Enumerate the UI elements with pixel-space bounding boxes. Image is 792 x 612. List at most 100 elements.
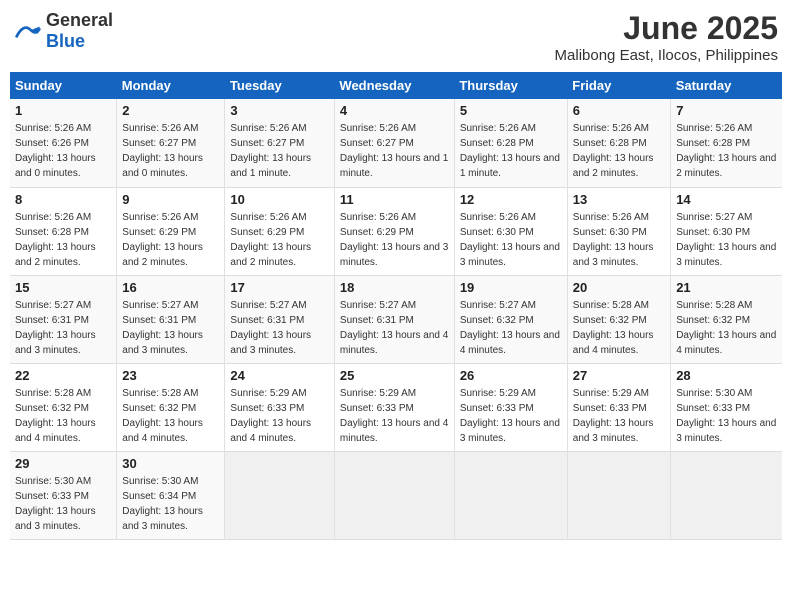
header-sunday: Sunday [10,72,117,99]
logo-text: General Blue [46,10,113,52]
calendar-cell: 1 Sunrise: 5:26 AMSunset: 6:26 PMDayligh… [10,99,117,187]
day-number: 21 [676,280,777,295]
calendar-cell: 14 Sunrise: 5:27 AMSunset: 6:30 PMDaylig… [671,187,782,275]
day-info: Sunrise: 5:26 AMSunset: 6:28 PMDaylight:… [15,212,96,268]
calendar-cell: 7 Sunrise: 5:26 AMSunset: 6:28 PMDayligh… [671,99,782,187]
calendar-cell: 6 Sunrise: 5:26 AMSunset: 6:28 PMDayligh… [567,99,670,187]
header-wednesday: Wednesday [334,72,454,99]
day-info: Sunrise: 5:27 AMSunset: 6:32 PMDaylight:… [460,300,560,356]
logo: General Blue [14,10,113,52]
calendar-cell: 30 Sunrise: 5:30 AMSunset: 6:34 PMDaylig… [117,451,225,539]
day-info: Sunrise: 5:26 AMSunset: 6:30 PMDaylight:… [573,212,654,268]
calendar-cell: 29 Sunrise: 5:30 AMSunset: 6:33 PMDaylig… [10,451,117,539]
day-number: 23 [122,368,219,383]
day-number: 26 [460,368,562,383]
day-number: 5 [460,103,562,118]
calendar-week-1: 1 Sunrise: 5:26 AMSunset: 6:26 PMDayligh… [10,99,782,187]
calendar-week-3: 15 Sunrise: 5:27 AMSunset: 6:31 PMDaylig… [10,275,782,363]
calendar-cell: 21 Sunrise: 5:28 AMSunset: 6:32 PMDaylig… [671,275,782,363]
day-number: 10 [230,192,329,207]
day-info: Sunrise: 5:26 AMSunset: 6:28 PMDaylight:… [460,123,560,179]
header-friday: Friday [567,72,670,99]
calendar-cell: 8 Sunrise: 5:26 AMSunset: 6:28 PMDayligh… [10,187,117,275]
calendar-cell [334,451,454,539]
day-number: 3 [230,103,329,118]
calendar-cell [671,451,782,539]
day-info: Sunrise: 5:28 AMSunset: 6:32 PMDaylight:… [676,300,776,356]
day-info: Sunrise: 5:27 AMSunset: 6:31 PMDaylight:… [230,300,311,356]
day-info: Sunrise: 5:26 AMSunset: 6:29 PMDaylight:… [340,212,448,268]
day-number: 13 [573,192,665,207]
day-number: 16 [122,280,219,295]
day-number: 9 [122,192,219,207]
month-title: June 2025 [555,10,778,47]
logo-icon [14,21,42,41]
day-info: Sunrise: 5:26 AMSunset: 6:29 PMDaylight:… [230,212,311,268]
calendar-cell: 27 Sunrise: 5:29 AMSunset: 6:33 PMDaylig… [567,363,670,451]
day-number: 15 [15,280,111,295]
day-info: Sunrise: 5:30 AMSunset: 6:33 PMDaylight:… [15,476,96,532]
header-thursday: Thursday [454,72,567,99]
calendar-cell: 3 Sunrise: 5:26 AMSunset: 6:27 PMDayligh… [225,99,335,187]
header-saturday: Saturday [671,72,782,99]
day-info: Sunrise: 5:26 AMSunset: 6:28 PMDaylight:… [573,123,654,179]
day-number: 24 [230,368,329,383]
calendar-cell: 5 Sunrise: 5:26 AMSunset: 6:28 PMDayligh… [454,99,567,187]
day-number: 6 [573,103,665,118]
day-info: Sunrise: 5:28 AMSunset: 6:32 PMDaylight:… [122,388,203,444]
calendar-cell: 9 Sunrise: 5:26 AMSunset: 6:29 PMDayligh… [117,187,225,275]
page-header: General Blue June 2025 Malibong East, Il… [10,10,782,64]
day-info: Sunrise: 5:29 AMSunset: 6:33 PMDaylight:… [230,388,311,444]
day-number: 8 [15,192,111,207]
day-number: 12 [460,192,562,207]
day-number: 2 [122,103,219,118]
title-section: June 2025 Malibong East, Ilocos, Philipp… [555,10,778,64]
day-number: 27 [573,368,665,383]
day-number: 30 [122,456,219,471]
day-number: 4 [340,103,449,118]
calendar-cell: 13 Sunrise: 5:26 AMSunset: 6:30 PMDaylig… [567,187,670,275]
header-monday: Monday [117,72,225,99]
calendar-cell: 18 Sunrise: 5:27 AMSunset: 6:31 PMDaylig… [334,275,454,363]
day-info: Sunrise: 5:26 AMSunset: 6:30 PMDaylight:… [460,212,560,268]
day-info: Sunrise: 5:30 AMSunset: 6:34 PMDaylight:… [122,476,203,532]
calendar-cell: 12 Sunrise: 5:26 AMSunset: 6:30 PMDaylig… [454,187,567,275]
calendar-cell [567,451,670,539]
day-number: 19 [460,280,562,295]
day-number: 22 [15,368,111,383]
calendar-cell: 16 Sunrise: 5:27 AMSunset: 6:31 PMDaylig… [117,275,225,363]
calendar-week-5: 29 Sunrise: 5:30 AMSunset: 6:33 PMDaylig… [10,451,782,539]
day-info: Sunrise: 5:27 AMSunset: 6:31 PMDaylight:… [340,300,448,356]
calendar-cell: 24 Sunrise: 5:29 AMSunset: 6:33 PMDaylig… [225,363,335,451]
day-number: 11 [340,192,449,207]
day-info: Sunrise: 5:27 AMSunset: 6:31 PMDaylight:… [15,300,96,356]
day-info: Sunrise: 5:27 AMSunset: 6:30 PMDaylight:… [676,212,776,268]
calendar-cell [225,451,335,539]
calendar-cell: 28 Sunrise: 5:30 AMSunset: 6:33 PMDaylig… [671,363,782,451]
day-info: Sunrise: 5:30 AMSunset: 6:33 PMDaylight:… [676,388,776,444]
calendar-header-row: SundayMondayTuesdayWednesdayThursdayFrid… [10,72,782,99]
calendar-week-2: 8 Sunrise: 5:26 AMSunset: 6:28 PMDayligh… [10,187,782,275]
calendar-cell: 11 Sunrise: 5:26 AMSunset: 6:29 PMDaylig… [334,187,454,275]
day-number: 25 [340,368,449,383]
calendar-cell: 26 Sunrise: 5:29 AMSunset: 6:33 PMDaylig… [454,363,567,451]
day-number: 18 [340,280,449,295]
day-info: Sunrise: 5:26 AMSunset: 6:28 PMDaylight:… [676,123,776,179]
day-number: 20 [573,280,665,295]
calendar-cell: 19 Sunrise: 5:27 AMSunset: 6:32 PMDaylig… [454,275,567,363]
day-info: Sunrise: 5:26 AMSunset: 6:27 PMDaylight:… [122,123,203,179]
calendar-cell: 15 Sunrise: 5:27 AMSunset: 6:31 PMDaylig… [10,275,117,363]
day-info: Sunrise: 5:26 AMSunset: 6:27 PMDaylight:… [230,123,311,179]
day-number: 29 [15,456,111,471]
location-title: Malibong East, Ilocos, Philippines [555,47,778,64]
day-number: 28 [676,368,777,383]
day-info: Sunrise: 5:29 AMSunset: 6:33 PMDaylight:… [460,388,560,444]
day-number: 14 [676,192,777,207]
calendar-table: SundayMondayTuesdayWednesdayThursdayFrid… [10,72,782,540]
calendar-cell: 10 Sunrise: 5:26 AMSunset: 6:29 PMDaylig… [225,187,335,275]
day-info: Sunrise: 5:26 AMSunset: 6:27 PMDaylight:… [340,123,448,179]
day-info: Sunrise: 5:28 AMSunset: 6:32 PMDaylight:… [15,388,96,444]
header-tuesday: Tuesday [225,72,335,99]
day-info: Sunrise: 5:26 AMSunset: 6:29 PMDaylight:… [122,212,203,268]
day-number: 7 [676,103,777,118]
